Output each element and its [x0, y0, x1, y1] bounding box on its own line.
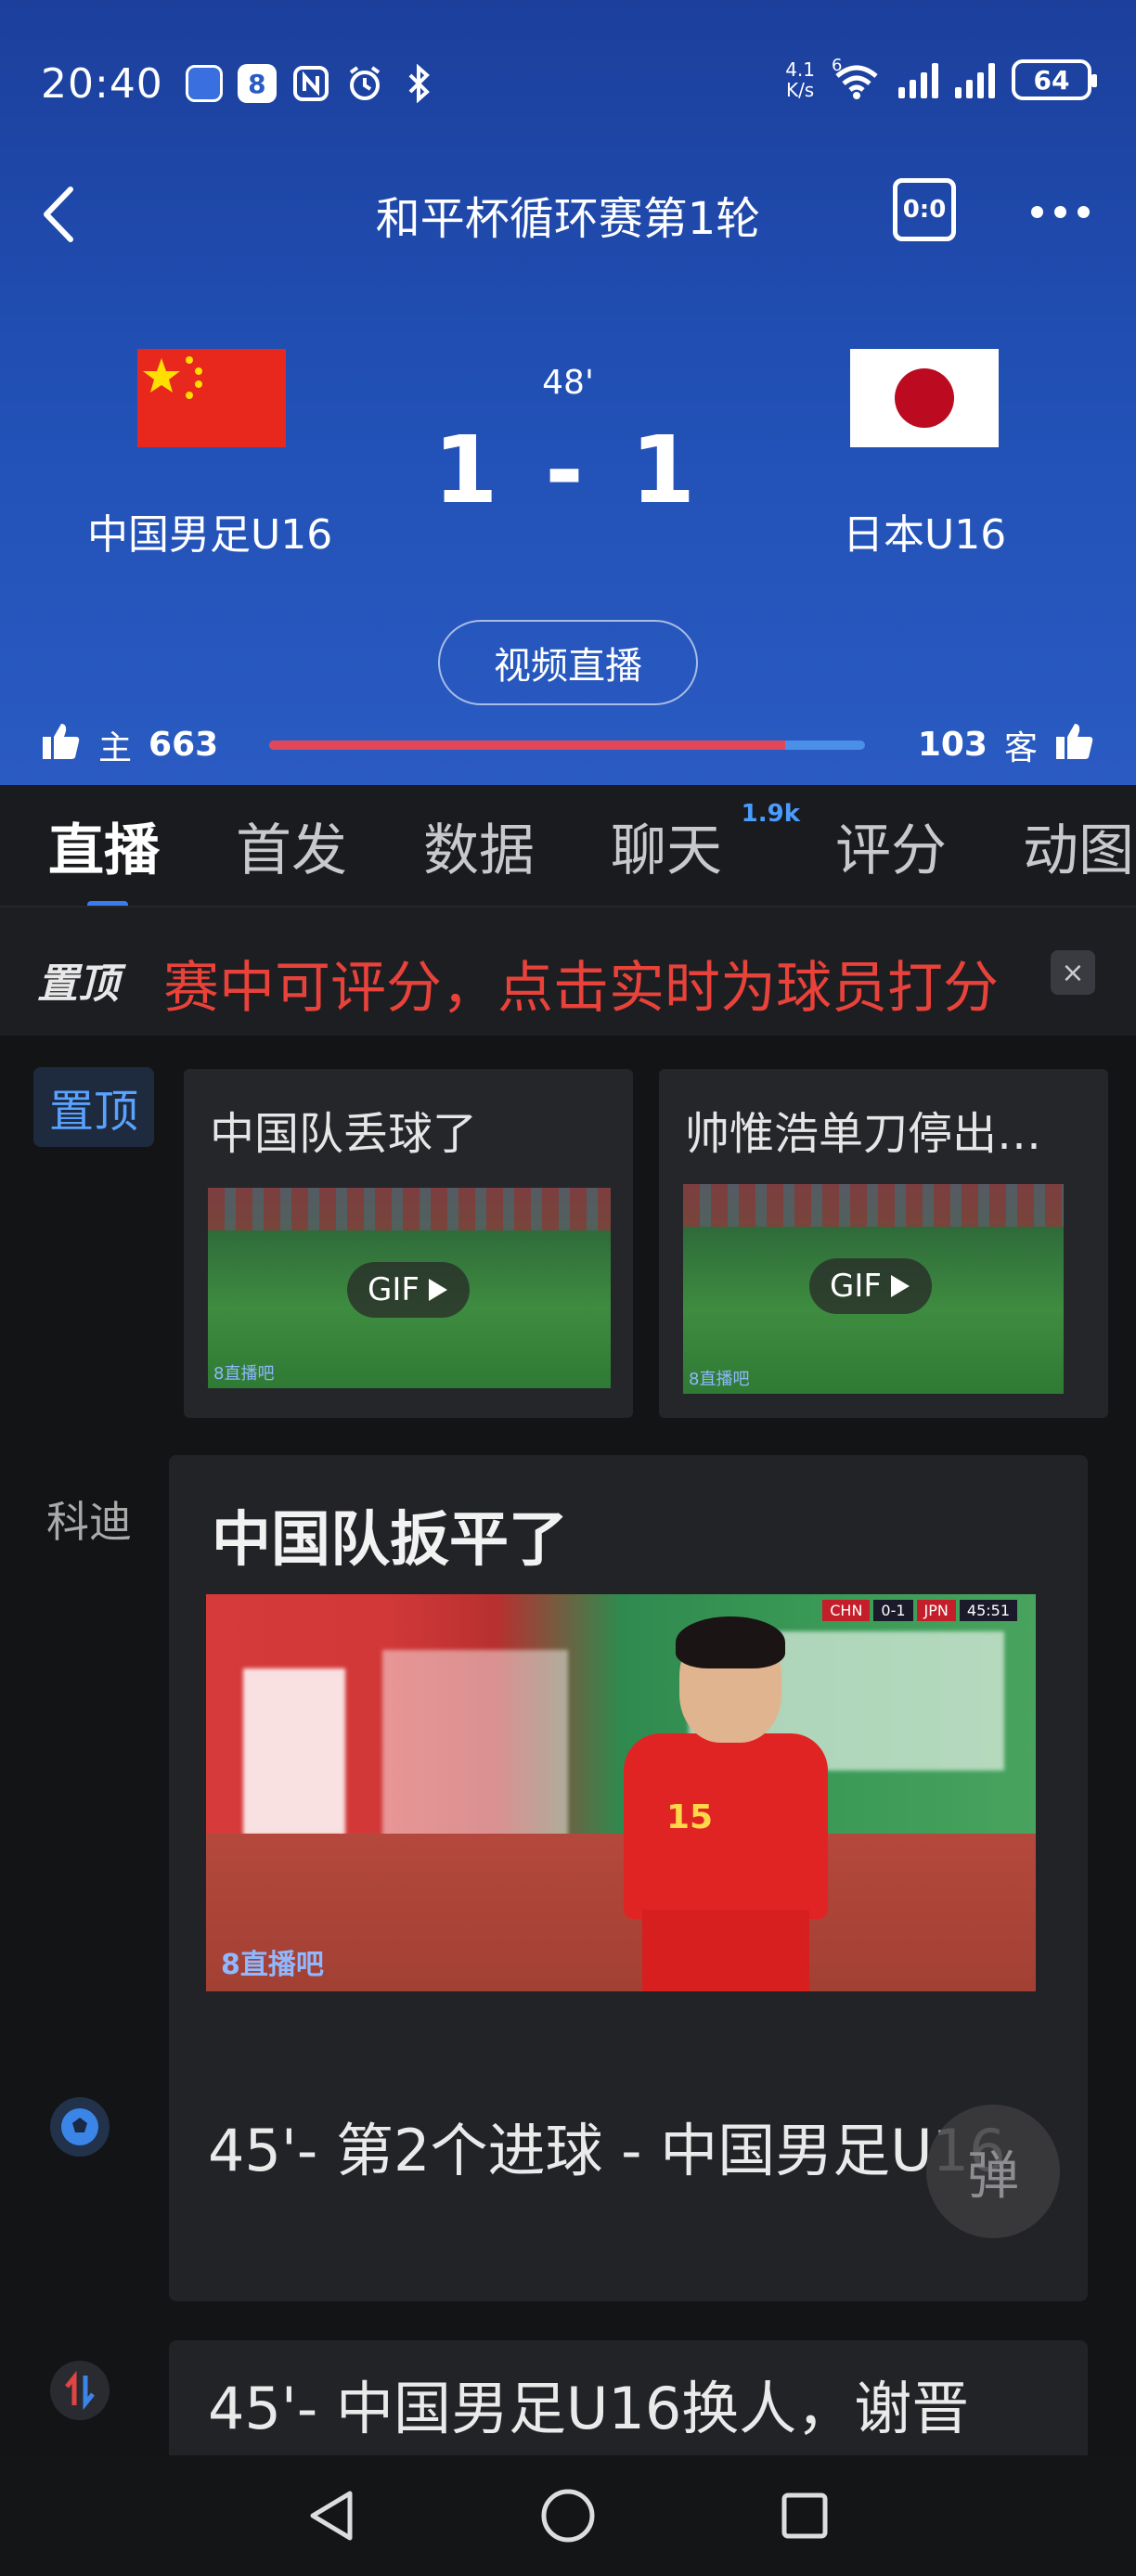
tab-ratings[interactable]: 评分 — [835, 805, 947, 886]
system-nav-bar — [0, 2455, 1136, 2576]
tab-bar: 直播 首发 数据 聊天 1.9k 评分 动图 — [0, 785, 1136, 906]
post-author[interactable]: 科迪 — [46, 1488, 132, 1550]
gif-card[interactable]: 帅惟浩单刀停出… GIF 8直播吧 — [659, 1069, 1108, 1418]
tab-gifs[interactable]: 动图 — [1023, 805, 1134, 886]
battery-icon: 64 — [1012, 59, 1097, 100]
home-vote-label: 主 — [98, 728, 133, 767]
app-notification-icon — [185, 65, 223, 102]
video-live-button[interactable]: 视频直播 — [438, 620, 698, 705]
match-header: 20:40 8 4.1 K/s 6 64 和平杯循环赛第1轮 0:0 中国男足U… — [0, 0, 1136, 785]
post-card[interactable]: 中国队扳平了 15 CHN 0-1 JPN 45:51 8直播吧 — [169, 1455, 1088, 2138]
danmaku-toggle-button[interactable]: 弹 — [926, 2105, 1060, 2238]
wifi-icon: 6 — [832, 56, 882, 100]
more-menu-button[interactable] — [1031, 206, 1090, 218]
chat-count-badge: 1.9k — [741, 799, 800, 828]
match-score: 1 - 1 — [432, 416, 704, 524]
nfc-icon — [291, 64, 330, 103]
thumbs-up-icon[interactable] — [41, 720, 82, 769]
tab-lineup[interactable]: 首发 — [236, 805, 347, 886]
signal-1-icon — [898, 61, 938, 98]
nav-home-icon[interactable] — [536, 2483, 600, 2548]
live-feed: 置顶 中国队丢球了 GIF 8直播吧 帅惟浩单刀停出… GIF 8直播吧 科迪 … — [0, 1036, 1136, 2455]
pinned-text[interactable]: 赛中可评分，点击实时为球员打分 — [163, 943, 999, 1024]
event-item[interactable]: 45'- 中国男足U16换人，谢晋 — [169, 2340, 1088, 2455]
substitution-icon — [50, 2361, 110, 2420]
thumbs-up-icon[interactable] — [1054, 720, 1095, 769]
home-vote[interactable]: 主 663 — [41, 720, 218, 769]
signal-2-icon — [955, 61, 995, 98]
away-vote-label: 客 — [1003, 728, 1038, 767]
status-bar-right: 4.1 K/s 6 64 — [785, 56, 1097, 101]
broadcast-scorebug: CHN 0-1 JPN 45:51 — [822, 1600, 1017, 1621]
nav-back-icon[interactable] — [299, 2483, 364, 2548]
gif-thumbnail[interactable]: GIF 8直播吧 — [208, 1188, 611, 1388]
pinned-label: 置顶 — [37, 960, 119, 1008]
page-title: 和平杯循环赛第1轮 — [375, 193, 761, 245]
score-widget-button[interactable]: 0:0 — [893, 178, 956, 241]
vote-ratio-home-fill — [269, 741, 785, 750]
net-speed: 4.1 K/s — [785, 58, 815, 101]
nav-recents-icon[interactable] — [772, 2483, 837, 2548]
goal-ball-icon — [50, 2097, 110, 2157]
play-icon — [890, 1275, 910, 1297]
zhibo8-notification-icon: 8 — [237, 64, 277, 103]
close-icon[interactable]: × — [1051, 950, 1095, 995]
status-time: 20:40 — [41, 59, 163, 108]
play-icon — [428, 1279, 447, 1301]
match-minute: 48' — [542, 364, 594, 402]
gif-thumbnail[interactable]: GIF 8直播吧 — [683, 1184, 1064, 1394]
away-vote[interactable]: 103 客 — [918, 720, 1095, 769]
status-bar: 20:40 8 — [41, 56, 438, 111]
pinned-tag: 置顶 — [33, 1067, 154, 1147]
event-text: 45'- 第2个进球 - 中国男足U16 — [208, 2117, 1006, 2184]
bluetooth-icon — [399, 64, 438, 103]
home-vote-count: 663 — [148, 726, 219, 764]
tab-stats[interactable]: 数据 — [423, 805, 535, 886]
post-title: 中国队扳平了 — [212, 1506, 568, 1575]
watermark: 8直播吧 — [213, 1364, 275, 1384]
alarm-icon — [345, 64, 384, 103]
gif-card-title: 中国队丢球了 — [210, 1108, 478, 1160]
player-figure: 15 — [624, 1616, 828, 1991]
watermark: 8直播吧 — [221, 1949, 324, 1981]
post-image[interactable]: 15 CHN 0-1 JPN 45:51 8直播吧 — [206, 1594, 1036, 1991]
gif-play-badge[interactable]: GIF — [809, 1258, 932, 1314]
tab-chat[interactable]: 聊天 1.9k — [611, 800, 800, 886]
gif-play-badge[interactable]: GIF — [347, 1262, 470, 1318]
tab-live[interactable]: 直播 — [48, 805, 160, 906]
gif-card[interactable]: 中国队丢球了 GIF 8直播吧 — [184, 1069, 633, 1418]
event-text: 45'- 中国男足U16换人，谢晋 — [208, 2375, 970, 2442]
pinned-banner[interactable]: 置顶 赛中可评分，点击实时为球员打分 × — [0, 906, 1136, 1036]
away-vote-count: 103 — [917, 726, 988, 764]
gif-card-title: 帅惟浩单刀停出… — [685, 1108, 1042, 1160]
vote-ratio-bar — [269, 741, 865, 750]
watermark: 8直播吧 — [689, 1370, 750, 1389]
